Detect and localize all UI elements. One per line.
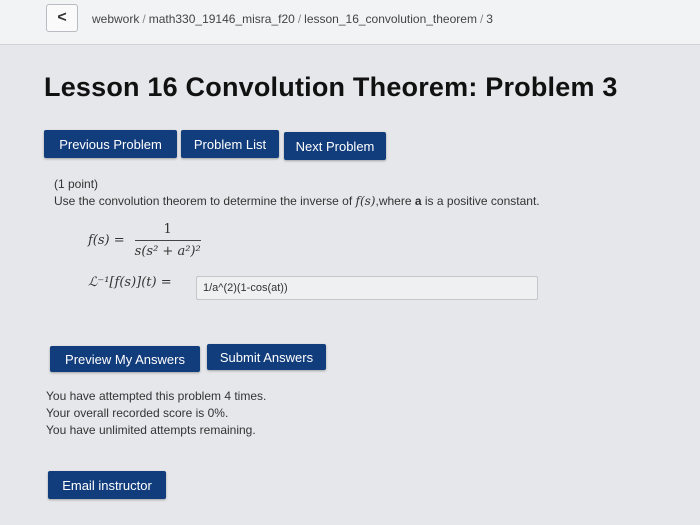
breadcrumb-set[interactable]: lesson_16_convolution_theorem bbox=[304, 12, 477, 26]
back-button[interactable]: < bbox=[46, 4, 78, 32]
statement-before: Use the convolution theorem to determine… bbox=[54, 194, 353, 208]
breadcrumb-webwork[interactable]: webwork bbox=[92, 12, 139, 26]
next-problem-button[interactable]: Next Problem bbox=[284, 132, 386, 160]
statement-variable: a bbox=[414, 194, 422, 208]
top-bar: < webwork / math330_19146_misra_f20/lesson… bbox=[0, 0, 700, 45]
formula-lhs: f(s) = bbox=[88, 233, 125, 248]
formula-denominator: s(s² + a²)² bbox=[134, 240, 201, 259]
statement-middle: ,where bbox=[375, 194, 412, 208]
function-definition: f(s) = 1 s(s² + a²)² bbox=[88, 222, 201, 259]
breadcrumb-separator: / bbox=[142, 12, 146, 26]
problem-list-button[interactable]: Problem List bbox=[181, 130, 279, 158]
preview-answers-button[interactable]: Preview My Answers bbox=[50, 346, 200, 372]
breadcrumb-problem: 3 bbox=[486, 12, 493, 26]
status-remaining: You have unlimited attempts remaining. bbox=[46, 423, 256, 437]
problem-points: (1 point) bbox=[54, 177, 99, 191]
previous-problem-button[interactable]: Previous Problem bbox=[44, 130, 177, 158]
submit-answers-button[interactable]: Submit Answers bbox=[207, 344, 326, 370]
breadcrumb: webwork / math330_19146_misra_f20/lesson_1… bbox=[92, 12, 493, 26]
statement-after: is a positive constant. bbox=[424, 194, 540, 208]
page-title: Lesson 16 Convolution Theorem: Problem 3 bbox=[44, 72, 618, 102]
statement-function: f(s) bbox=[355, 194, 376, 208]
chevron-left-icon: < bbox=[57, 9, 67, 26]
email-instructor-button[interactable]: Email instructor bbox=[48, 471, 166, 499]
breadcrumb-separator: / bbox=[297, 12, 302, 26]
formula-fraction: 1 s(s² + a²)² bbox=[134, 222, 201, 259]
problem-statement: Use the convolution theorem to determine… bbox=[54, 194, 540, 208]
status-attempts: You have attempted this problem 4 times. bbox=[46, 389, 267, 403]
status-score: Your overall recorded score is 0%. bbox=[46, 406, 229, 420]
breadcrumb-separator: / bbox=[479, 12, 484, 26]
formula-numerator: 1 bbox=[163, 222, 172, 237]
breadcrumb-course[interactable]: math330_19146_misra_f20 bbox=[149, 12, 295, 26]
answer-label: ℒ⁻¹[f(s)](t) = bbox=[88, 275, 172, 290]
answer-input[interactable] bbox=[196, 276, 538, 300]
answer-row: ℒ⁻¹[f(s)](t) = bbox=[88, 275, 172, 290]
